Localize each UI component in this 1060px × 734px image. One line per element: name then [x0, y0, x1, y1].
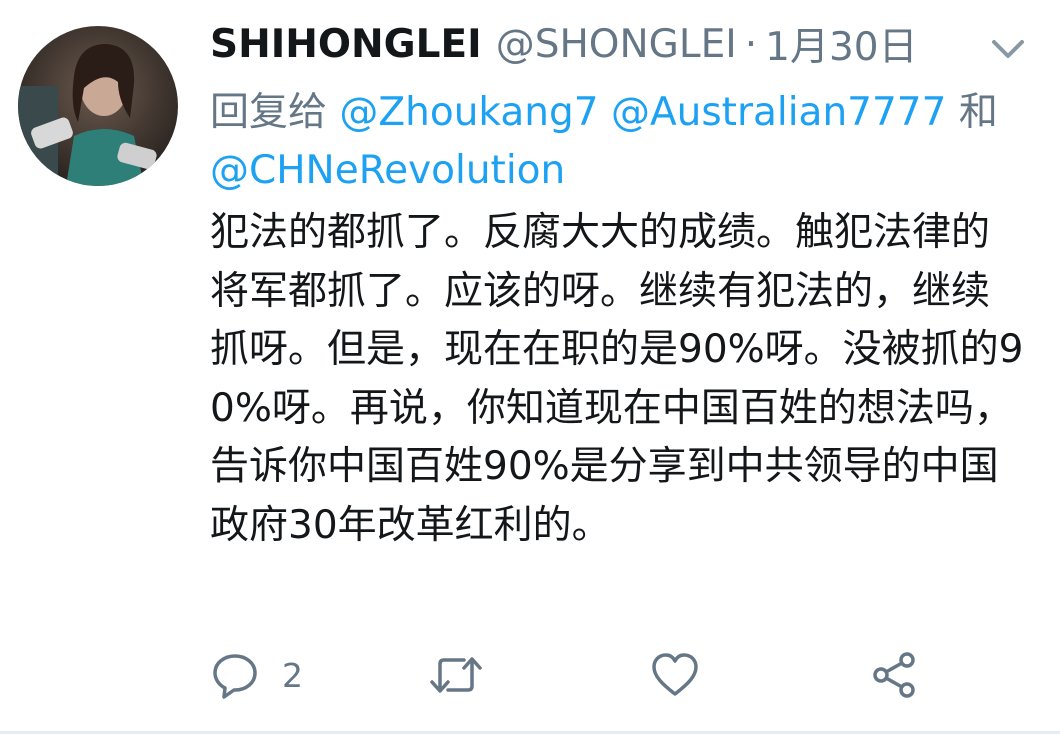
mention-link[interactable]: @Australian7777 [611, 90, 946, 135]
share-button[interactable] [870, 640, 920, 710]
tweet-text: 犯法的都抓了。反腐大大的成绩。触犯法律的将军都抓了。应该的呀。继续有犯法的，继续… [210, 210, 1024, 548]
mention-link[interactable]: @CHNeRevolution [210, 148, 565, 193]
separator-dot: · [744, 21, 758, 67]
reply-button[interactable]: 2 [210, 640, 303, 710]
avatar[interactable] [18, 26, 178, 186]
retweet-button[interactable] [428, 640, 484, 710]
user-handle[interactable]: @SHONGLEI [496, 22, 737, 67]
avatar-image [18, 26, 178, 186]
reply-count: 2 [282, 655, 303, 695]
reply-bubble-icon [213, 654, 257, 699]
conjunction: 和 [958, 90, 998, 135]
tweet-date[interactable]: 1月30日 [765, 16, 917, 72]
chevron-down-icon[interactable] [988, 34, 1028, 64]
heart-icon [652, 653, 698, 696]
action-bar: 2 [0, 640, 1060, 710]
reply-context: 回复给 @Zhoukang7 @Australian7777 和 @CHNeRe… [210, 84, 1010, 200]
like-button[interactable] [650, 640, 700, 710]
reply-prefix: 回复给 [210, 90, 328, 135]
share-icon [873, 652, 915, 698]
tweet-card[interactable]: SHIHONGLEI @SHONGLEI · 1月30日 回复给 @Zhouka… [0, 0, 1060, 734]
display-name[interactable]: SHIHONGLEI [210, 22, 482, 67]
mention-link[interactable]: @Zhoukang7 [339, 90, 598, 135]
retweet-icon [430, 657, 482, 693]
tweet-header: SHIHONGLEI @SHONGLEI · 1月30日 [210, 16, 918, 72]
